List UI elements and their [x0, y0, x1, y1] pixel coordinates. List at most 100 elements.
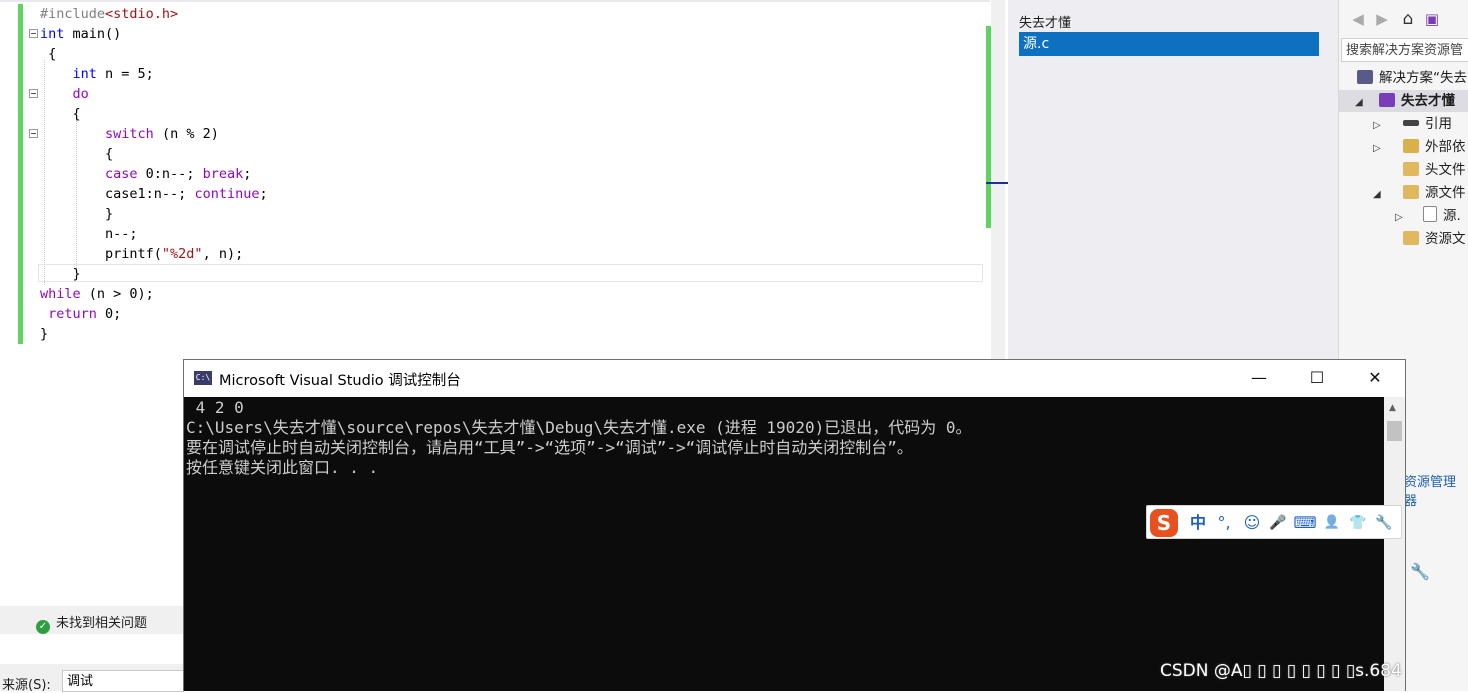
console-output[interactable]: 4 2 0 C:\Users\失去才懂\source\repos\失去才懂\De…: [184, 397, 1384, 691]
code-line[interactable]: #include<stdio.h>: [40, 4, 178, 24]
code-token: continue: [194, 186, 260, 202]
solution-explorer-toolbar: ◀ ▶ ⌂ ▣: [1339, 8, 1468, 32]
tree-item-solution[interactable]: 解决方案“失去: [1357, 67, 1467, 89]
tree-item-label: 头文件: [1425, 162, 1466, 178]
tree-item-references[interactable]: ▷ 引用: [1373, 113, 1452, 135]
console-title: Microsoft Visual Studio 调试控制台: [219, 373, 461, 389]
user-icon[interactable]: 👤: [1321, 513, 1343, 533]
code-token: }: [40, 266, 81, 282]
expanded-triangle-icon[interactable]: ◢: [1355, 92, 1367, 114]
home-icon[interactable]: ⌂: [1399, 10, 1417, 28]
tree-item-label: 失去才懂: [1401, 93, 1455, 109]
console-line: 要在调试停止时自动关闭控制台，请启用“工具”->“选项”->“调试”->“调试停…: [186, 438, 913, 457]
maximize-button[interactable]: ☐: [1288, 360, 1346, 396]
issues-status-text: 未找到相关问题: [56, 616, 148, 631]
issues-status[interactable]: ✓ 未找到相关问题: [36, 612, 147, 634]
tree-item-resource-files[interactable]: 资源文: [1373, 228, 1466, 250]
code-line[interactable]: return 0;: [40, 304, 121, 324]
console-scrollbar[interactable]: ▲: [1384, 397, 1405, 691]
code-token: 0;: [96, 306, 122, 322]
tree-item-header-files[interactable]: 头文件: [1373, 159, 1466, 181]
sogou-logo-icon[interactable]: S: [1150, 509, 1178, 537]
c-file-icon: [1423, 206, 1437, 222]
fold-toggle-switch[interactable]: [29, 129, 38, 138]
console-title-bar[interactable]: C:\ Microsoft Visual Studio 调试控制台 — ☐ ✕: [184, 360, 1405, 397]
scroll-up-icon[interactable]: ▲: [1389, 403, 1399, 413]
solution-search-input[interactable]: 搜索解决方案资源管: [1341, 38, 1468, 62]
code-token: printf(: [40, 246, 162, 262]
code-line[interactable]: switch (n % 2): [40, 124, 219, 144]
solution-explorer-tab[interactable]: 资源管理器: [1404, 471, 1468, 509]
minimize-button[interactable]: —: [1230, 360, 1288, 396]
code-token: #include: [40, 6, 106, 22]
code-line[interactable]: }: [40, 264, 81, 284]
code-token: case1:n--;: [40, 186, 195, 202]
switch-views-icon[interactable]: ▣: [1423, 10, 1441, 28]
collapsed-triangle-icon[interactable]: ▷: [1373, 115, 1385, 137]
emoji-icon[interactable]: ☺: [1241, 513, 1263, 533]
editor-scrollbar[interactable]: [991, 0, 1005, 360]
output-source-select[interactable]: 调试: [62, 670, 184, 692]
skin-icon[interactable]: 👕: [1347, 513, 1369, 533]
code-line[interactable]: {: [40, 44, 56, 64]
project-label: 失去才懂: [1019, 16, 1072, 31]
code-line[interactable]: }: [40, 204, 113, 224]
code-token: {: [40, 46, 57, 62]
code-line[interactable]: {: [40, 144, 113, 164]
keyboard-icon[interactable]: ⌨: [1293, 513, 1317, 533]
scrollbar-caret-marker: [986, 182, 1008, 184]
close-button[interactable]: ✕: [1346, 360, 1404, 396]
code-token: <stdio.h>: [105, 6, 179, 22]
forward-arrow-icon[interactable]: ▶: [1373, 10, 1391, 28]
code-token: do: [72, 86, 89, 102]
code-token: }: [40, 326, 49, 342]
watermark: CSDN @A▯ ▯ ▯ ▯ ▯ ▯ ▯ ▯s.684: [1160, 661, 1402, 681]
code-line[interactable]: do: [40, 84, 89, 104]
code-line[interactable]: n--;: [40, 224, 138, 244]
code-line[interactable]: while (n > 0);: [40, 284, 154, 304]
expanded-triangle-icon[interactable]: ◢: [1373, 184, 1385, 206]
tree-item-label: 源.: [1443, 208, 1461, 224]
code-token: n--;: [40, 226, 138, 242]
code-line[interactable]: }: [40, 324, 48, 344]
current-line-highlight: [38, 264, 983, 282]
fold-toggle-do[interactable]: [29, 89, 38, 98]
code-token: {: [40, 106, 81, 122]
back-arrow-icon[interactable]: ◀: [1349, 10, 1367, 28]
ime-language-toggle[interactable]: 中: [1187, 513, 1209, 533]
code-line[interactable]: printf("%2d", n);: [40, 244, 243, 264]
fold-toggle-main[interactable]: [29, 29, 38, 38]
selected-file-item[interactable]: 源.c: [1019, 32, 1319, 56]
collapsed-triangle-icon[interactable]: ▷: [1395, 207, 1407, 229]
code-line[interactable]: int n = 5;: [40, 64, 154, 84]
tools-icon[interactable]: 🔧: [1373, 513, 1395, 533]
code-line[interactable]: case 0:n--; break;: [40, 164, 251, 184]
microphone-icon[interactable]: 🎤: [1267, 513, 1289, 533]
code-token: int: [72, 66, 97, 82]
ime-toolbar[interactable]: S 中 °, ☺ 🎤 ⌨ 👤 👕 🔧: [1146, 505, 1402, 539]
code-token: }: [40, 206, 114, 222]
folder-icon: [1403, 231, 1419, 245]
check-circle-icon: ✓: [36, 620, 50, 634]
tree-item-source-c[interactable]: ▷ 源.: [1395, 205, 1461, 227]
solution-icon: [1357, 70, 1373, 84]
code-token: 0:n--;: [137, 166, 203, 182]
tree-item-project[interactable]: ◢ 失去才懂: [1339, 90, 1468, 112]
code-token: break: [202, 166, 244, 182]
collapsed-triangle-icon[interactable]: ▷: [1373, 138, 1385, 160]
code-token: (n > 0);: [80, 286, 154, 302]
console-scroll-thumb[interactable]: [1387, 421, 1402, 441]
console-line: 按任意键关闭此窗口. . .: [186, 458, 379, 477]
tree-item-external-deps[interactable]: ▷ 外部依: [1373, 136, 1466, 158]
tree-item-label: 外部依: [1425, 139, 1466, 155]
code-line[interactable]: int main(): [40, 24, 121, 44]
code-line[interactable]: case1:n--; continue;: [40, 184, 268, 204]
folder-icon: [1403, 185, 1419, 199]
tree-item-source-files[interactable]: ◢ 源文件: [1373, 182, 1466, 204]
ime-punctuation-toggle[interactable]: °,: [1213, 513, 1235, 533]
wrench-icon[interactable]: 🔧: [1410, 562, 1430, 581]
code-line[interactable]: {: [40, 104, 81, 124]
